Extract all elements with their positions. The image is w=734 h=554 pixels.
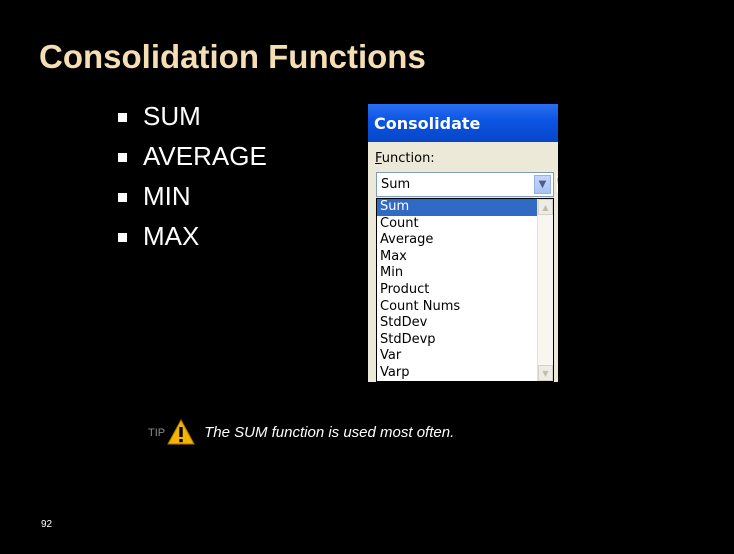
function-combobox[interactable]: Sum ▼: [376, 172, 554, 197]
function-options: Sum Count Average Max Min Product Count …: [377, 199, 538, 382]
warning-icon: [167, 418, 195, 445]
option-stddev[interactable]: StdDev: [377, 315, 538, 332]
bullet-item: MIN: [118, 176, 267, 216]
option-product[interactable]: Product: [377, 282, 538, 299]
function-label-text: unction:: [381, 151, 435, 166]
tip-label: TIP: [148, 427, 166, 439]
slide-title: Consolidation Functions: [39, 38, 426, 75]
bullet-item: AVERAGE: [118, 136, 267, 176]
bullet-item: MAX: [118, 216, 267, 256]
option-average[interactable]: Average: [377, 232, 538, 249]
option-max[interactable]: Max: [377, 249, 538, 266]
consolidate-dialog: Consolidate Function: Sum ▼ Sum Count Av…: [368, 104, 558, 382]
tip-text: The SUM function is used most often.: [204, 423, 455, 441]
dialog-title: Consolidate: [374, 113, 481, 133]
option-count-nums[interactable]: Count Nums: [377, 299, 538, 316]
chevron-down-icon[interactable]: ▼: [534, 175, 551, 194]
bullet-item: SUM: [118, 96, 267, 136]
option-stddevp[interactable]: StdDevp: [377, 332, 538, 349]
bullet-text: MIN: [143, 180, 191, 211]
bullet-square-icon: [118, 192, 127, 202]
function-dropdown-list[interactable]: Sum Count Average Max Min Product Count …: [376, 198, 554, 382]
page-number: 92: [41, 519, 53, 530]
function-combobox-value: Sum: [381, 177, 411, 192]
option-var[interactable]: Var: [377, 348, 538, 365]
tip-callout: TIP The SUM function is used most often.: [148, 418, 454, 446]
scroll-up-icon[interactable]: ▲: [538, 199, 553, 215]
slide: Consolidation Functions SUM AVERAGE MIN …: [0, 0, 734, 554]
bullet-square-icon: [118, 112, 127, 122]
option-sum[interactable]: Sum: [377, 199, 538, 216]
bullet-square-icon: [118, 232, 127, 242]
bullet-text: MAX: [143, 220, 200, 251]
function-label: Function:: [375, 151, 435, 166]
scroll-down-icon[interactable]: ▼: [538, 365, 553, 381]
option-varp[interactable]: Varp: [377, 365, 538, 382]
bullet-square-icon: [118, 152, 127, 162]
bullet-list: SUM AVERAGE MIN MAX: [118, 96, 267, 256]
dropdown-scrollbar[interactable]: ▲ ▼: [537, 199, 553, 381]
dialog-titlebar[interactable]: Consolidate: [368, 104, 558, 142]
function-label-accesskey: F: [375, 151, 382, 166]
option-min[interactable]: Min: [377, 265, 538, 282]
bullet-text: AVERAGE: [143, 140, 267, 171]
bullet-text: SUM: [143, 100, 201, 131]
option-count[interactable]: Count: [377, 216, 538, 233]
